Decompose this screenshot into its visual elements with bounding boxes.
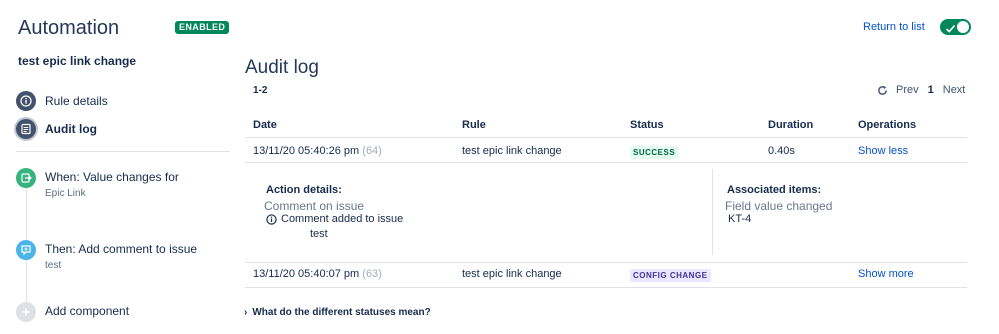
prev-page-button[interactable]: Prev <box>896 84 919 96</box>
column-header-operations: Operations <box>858 119 917 131</box>
document-icon <box>16 119 36 139</box>
status-help-expander[interactable]: › What do the different statuses mean? <box>244 307 431 318</box>
row-rule: test epic link change <box>462 145 562 157</box>
refresh-icon[interactable] <box>877 85 888 96</box>
step-title: When: Value changes for <box>45 170 179 184</box>
return-to-list-link[interactable]: Return to list <box>863 21 925 33</box>
sidebar-divider <box>16 151 230 152</box>
column-header-date: Date <box>253 119 277 131</box>
column-header-status: Status <box>630 119 664 131</box>
info-icon <box>266 213 277 225</box>
action-message: Comment added to issue <box>266 213 403 225</box>
sidebar-item-label: Audit log <box>45 122 97 136</box>
trigger-icon <box>16 168 36 188</box>
show-less-link[interactable]: Show less <box>858 145 908 157</box>
execution-count: (64) <box>362 145 382 157</box>
sidebar: Automation ENABLED test epic link change… <box>0 0 238 334</box>
step-subtitle: test <box>45 260 62 271</box>
table-divider <box>245 162 967 163</box>
step-title: Then: Add comment to issue <box>45 242 198 256</box>
date-text: 13/11/20 05:40:26 pm <box>253 145 360 157</box>
status-badge: ENABLED <box>175 21 230 34</box>
table-divider <box>245 262 967 263</box>
associated-item-type: Field value changed <box>725 199 833 213</box>
chevron-right-icon: › <box>244 307 248 318</box>
info-icon <box>16 91 36 111</box>
status-lozenge: CONFIG CHANGE <box>630 269 711 282</box>
issue-key-link[interactable]: KT-4 <box>728 213 751 225</box>
date-text: 13/11/20 05:40:07 pm <box>253 268 360 280</box>
execution-count: (63) <box>362 268 382 280</box>
check-icon <box>945 21 956 39</box>
row-date: 13/11/20 05:40:26 pm (64) <box>253 145 382 157</box>
rule-name: test epic link change <box>18 54 137 68</box>
action-value: test <box>310 228 328 240</box>
status-lozenge: SUCCESS <box>630 146 679 159</box>
action-name: Comment on issue <box>264 199 365 213</box>
column-header-rule: Rule <box>462 119 486 131</box>
step-title: Add component <box>45 304 130 318</box>
comment-action-icon <box>16 240 36 260</box>
row-duration: 0.40s <box>768 145 795 157</box>
page-title: Audit log <box>245 57 319 78</box>
details-separator <box>712 169 713 255</box>
action-details-label: Action details: <box>266 184 342 196</box>
next-page-button[interactable]: Next <box>943 84 966 96</box>
table-divider <box>245 287 967 288</box>
step-subtitle: Epic Link <box>45 188 86 199</box>
pagination: Prev 1 Next <box>877 84 965 96</box>
app-title: Automation <box>18 17 120 39</box>
associated-items-label: Associated items: <box>727 184 822 196</box>
current-page: 1 <box>927 84 934 96</box>
status-help-text: What do the different statuses mean? <box>252 307 431 318</box>
rule-enabled-toggle[interactable] <box>940 19 971 35</box>
action-message-text: Comment added to issue <box>281 213 404 225</box>
plus-icon <box>16 302 36 322</box>
row-rule: test epic link change <box>462 268 562 280</box>
column-header-duration: Duration <box>768 119 814 131</box>
sidebar-item-audit-log[interactable]: Audit log <box>16 117 97 141</box>
row-date: 13/11/20 05:40:07 pm (63) <box>253 268 382 280</box>
table-divider <box>245 137 967 138</box>
show-more-link[interactable]: Show more <box>858 268 914 280</box>
sidebar-item-label: Rule details <box>45 94 108 108</box>
sidebar-item-rule-details[interactable]: Rule details <box>16 89 108 113</box>
result-range: 1-2 <box>253 85 268 96</box>
toggle-knob <box>957 21 969 33</box>
